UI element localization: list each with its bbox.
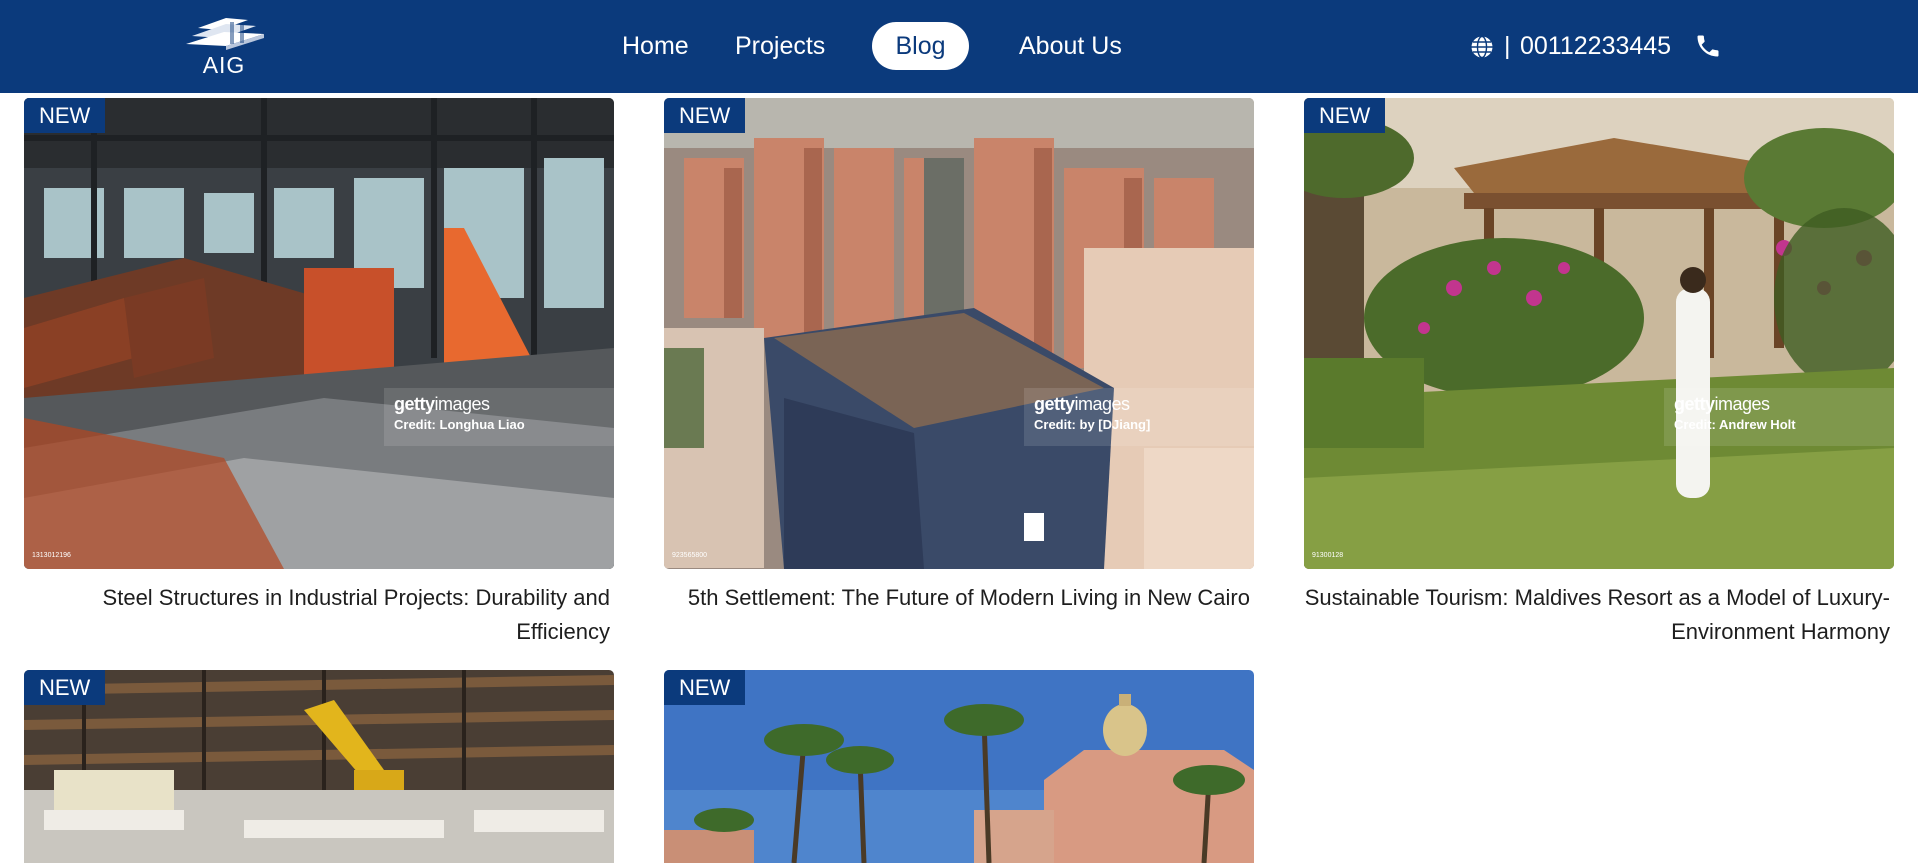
getty-watermark: gettyimages Credit: by [DJiang] — [1024, 388, 1254, 446]
blog-card[interactable]: NEW gettyimages Credit: Longhua Liao 131… — [24, 98, 614, 649]
phone-icon[interactable] — [1694, 32, 1722, 60]
image-id: 923565800 — [672, 552, 708, 559]
getty-watermark: gettyimages Credit: Andrew Holt — [1664, 388, 1894, 446]
globe-icon[interactable] — [1470, 35, 1494, 59]
getty-watermark: gettyimages Credit: Longhua Liao — [384, 388, 614, 446]
construction-site-image — [24, 670, 614, 863]
image-credit: Credit: by [DJiang] — [1034, 417, 1151, 432]
post-title[interactable]: 5th Settlement: The Future of Modern Liv… — [664, 581, 1250, 615]
post-title[interactable]: Sustainable Tourism: Maldives Resort as … — [1304, 581, 1890, 649]
resort-garden-image — [1304, 98, 1894, 569]
new-badge: NEW — [24, 98, 106, 133]
nav-projects[interactable]: Projects — [735, 22, 825, 70]
new-badge: NEW — [1304, 98, 1386, 133]
post-image[interactable]: NEW gettyimages Credit: by [DJiang] 9235… — [664, 98, 1254, 569]
watermark-brand: gettyimages — [1674, 394, 1770, 414]
post-image[interactable]: NEW gettyimages Credit: Andrew Holt 9130… — [1304, 98, 1894, 569]
image-credit: Credit: Longhua Liao — [394, 417, 525, 432]
steel-warehouse-image — [24, 98, 614, 569]
blog-card[interactable]: NEW gettyimages Credit: Andrew Holt 9130… — [1304, 98, 1894, 649]
blog-card[interactable]: NEW gettyimages Credit: by [DJiang] 9235… — [664, 98, 1254, 615]
new-badge: NEW — [24, 670, 106, 705]
new-badge: NEW — [664, 98, 746, 133]
watermark-brand: gettyimages — [1034, 394, 1130, 414]
blog-card[interactable]: NEW — [664, 670, 1254, 863]
post-image[interactable]: NEW — [24, 670, 614, 863]
site-header: AIG Home Projects Blog About Us | 001122… — [0, 0, 1918, 93]
post-image[interactable]: NEW — [664, 670, 1254, 863]
post-title[interactable]: Steel Structures in Industrial Projects:… — [24, 581, 610, 649]
phone-number[interactable]: 00112233445 — [1520, 22, 1671, 70]
new-badge: NEW — [664, 670, 746, 705]
resort-palace-image — [664, 670, 1254, 863]
city-buildings-image — [664, 98, 1254, 569]
nav-blog[interactable]: Blog — [872, 22, 969, 70]
contact-separator: | — [1504, 32, 1511, 60]
image-id: 1313012196 — [32, 552, 71, 559]
nav-about-us[interactable]: About Us — [1019, 22, 1122, 70]
blog-card[interactable]: NEW — [24, 670, 614, 863]
image-id: 91300128 — [1312, 552, 1344, 559]
post-image[interactable]: NEW gettyimages Credit: Longhua Liao 131… — [24, 98, 614, 569]
image-credit: Credit: Andrew Holt — [1674, 417, 1796, 432]
watermark-brand: gettyimages — [394, 394, 490, 414]
nav-home[interactable]: Home — [622, 22, 689, 70]
